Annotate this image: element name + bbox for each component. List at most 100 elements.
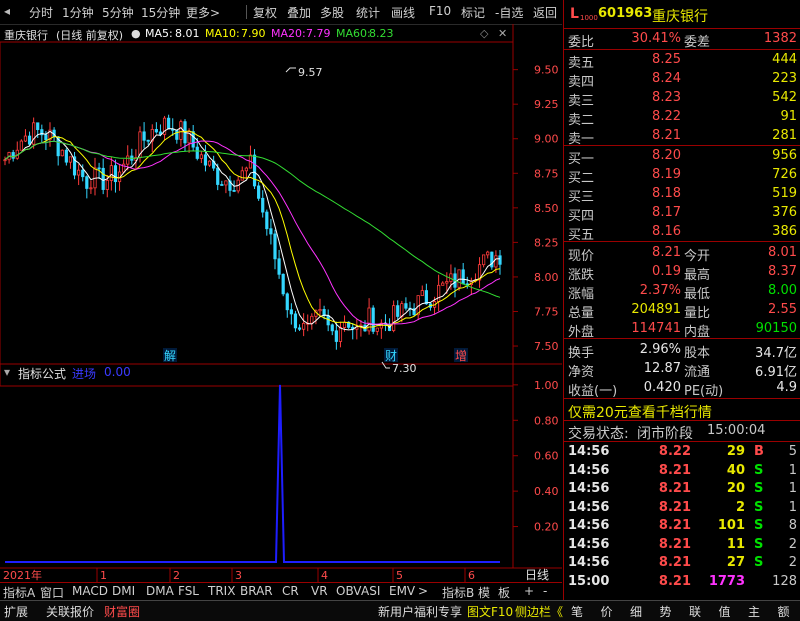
panel-tab[interactable]: 笔 xyxy=(571,603,583,620)
indicator-tab[interactable]: CR xyxy=(282,584,299,598)
toolbar-f10[interactable]: F10 xyxy=(429,4,451,18)
quote-panel: L 1000 601963 重庆银行 委比 30.41% 委差 1382 卖五 8… xyxy=(563,0,800,600)
weicha-value: 1382 xyxy=(763,31,797,46)
status-sidebar[interactable]: 侧边栏《 xyxy=(515,603,563,620)
promo-row[interactable]: 仅需20元查看千档行情 xyxy=(564,401,800,422)
ask-label: 卖四 xyxy=(568,75,595,90)
stat-row[interactable]: 收益(一) 0.420 PE(动) 4.9 xyxy=(564,379,800,399)
indicator-tab[interactable]: 模 xyxy=(478,584,490,601)
indicator-tab[interactable]: 窗口 xyxy=(40,584,64,601)
candle-body xyxy=(494,255,498,268)
candle-body xyxy=(3,159,7,162)
toolbar-watchlist[interactable]: -自选 xyxy=(495,4,523,21)
candle-body xyxy=(36,122,40,131)
status-f10[interactable]: 图文F10 xyxy=(467,603,513,620)
candle-body xyxy=(232,189,236,192)
indicator-menu-icon[interactable]: ▾ xyxy=(4,365,10,379)
ask-row[interactable]: 卖二 8.22 91 xyxy=(564,108,800,128)
tick-row[interactable]: 14:56 8.21 20 S 1 xyxy=(564,480,800,499)
toolbar-15min[interactable]: 15分钟 xyxy=(141,4,180,21)
toolbar-mark[interactable]: 标记 xyxy=(461,4,485,21)
indicator-title[interactable]: 指标公式 xyxy=(18,365,66,382)
menu-arrow-icon[interactable]: ◂ xyxy=(4,4,10,18)
toolbar-draw[interactable]: 画线 xyxy=(391,4,415,21)
toolbar-1min[interactable]: 1分钟 xyxy=(62,4,94,21)
indicator-tab[interactable]: 板 xyxy=(498,584,510,601)
ask-row[interactable]: 卖五 8.25 444 xyxy=(564,51,800,71)
candle-body xyxy=(199,154,203,159)
panel-tab[interactable]: 细 xyxy=(630,603,642,620)
promo-text[interactable]: 仅需20元查看千档行情 xyxy=(568,402,712,422)
indicator-tab[interactable]: ASI xyxy=(361,584,380,598)
bid-row[interactable]: 买四 8.17 376 xyxy=(564,204,800,224)
tick-row[interactable]: 14:56 8.21 11 S 2 xyxy=(564,536,800,555)
stat-label: 最高 xyxy=(684,268,711,283)
ask-row[interactable]: 卖四 8.24 223 xyxy=(564,70,800,90)
tick-row[interactable]: 14:56 8.21 27 S 2 xyxy=(564,554,800,573)
stat-row[interactable]: 现价 8.21 今开 8.01 xyxy=(564,244,800,264)
toolbar-5min[interactable]: 5分钟 xyxy=(102,4,134,21)
stat-row[interactable]: 涨幅 2.37% 最低 8.00 xyxy=(564,282,800,302)
tick-row[interactable]: 14:56 8.21 2 S 1 xyxy=(564,499,800,518)
status-expand[interactable]: 扩展 xyxy=(4,603,28,620)
indicator-tab[interactable]: 指标A xyxy=(3,584,35,601)
bid-label: 买一 xyxy=(568,152,595,167)
candle-body xyxy=(109,165,113,181)
stat-row[interactable]: 涨跌 0.19 最高 8.37 xyxy=(564,263,800,283)
bid-row[interactable]: 买二 8.19 726 xyxy=(564,166,800,186)
indicator-tab[interactable]: TRIX xyxy=(208,584,235,598)
ask-row[interactable]: 卖三 8.23 542 xyxy=(564,89,800,109)
indicator-tab[interactable]: > xyxy=(418,584,428,598)
panel-tab[interactable]: 主 xyxy=(748,603,760,620)
panel-tab[interactable]: 额 xyxy=(778,603,790,620)
indicator-tab[interactable]: OBV xyxy=(336,584,362,598)
toolbar-adjust[interactable]: 复权 xyxy=(253,4,277,21)
indicator-tab[interactable]: DMA xyxy=(146,584,174,598)
panel-tab[interactable]: 值 xyxy=(719,603,731,620)
toolbar-back[interactable]: 返回 xyxy=(533,4,557,21)
toolbar-multi-stock[interactable]: 多股 xyxy=(320,4,344,21)
stat-row[interactable]: 换手 2.96% 股本 34.7亿 xyxy=(564,341,800,361)
toolbar-stats[interactable]: 统计 xyxy=(356,4,380,21)
tick-row[interactable]: 15:00 8.21 1773 128 xyxy=(564,573,800,592)
bid-price: 8.20 xyxy=(652,148,681,163)
indicator-tab[interactable]: EMV xyxy=(389,584,415,598)
status-new-user[interactable]: 新用户福利专享 xyxy=(378,603,462,620)
panel-tab[interactable]: 联 xyxy=(689,603,701,620)
candle-body xyxy=(486,251,490,256)
indicator-tab[interactable]: DMI xyxy=(112,584,135,598)
indicator-line xyxy=(5,384,500,563)
bid-row[interactable]: 买三 8.18 519 xyxy=(564,185,800,205)
kline-chart[interactable]: 9.50 9.25 9.00 8.75 8.50 8.25 8.00 7.75 7.50 9.5… xyxy=(0,24,562,582)
tick-row[interactable]: 14:56 8.21 40 S 1 xyxy=(564,462,800,481)
bid-row[interactable]: 买一 8.20 956 xyxy=(564,147,800,167)
bid-row[interactable]: 买五 8.16 386 xyxy=(564,223,800,243)
indicator-tab[interactable]: 指标B xyxy=(442,584,474,601)
x-axis-month: 6 xyxy=(468,569,475,582)
tick-row[interactable]: 14:56 8.21 101 S 8 xyxy=(564,517,800,536)
stat-row[interactable]: 净资 12.87 流通 6.91亿 xyxy=(564,360,800,380)
indicator-tab[interactable]: - xyxy=(543,584,547,598)
indicator-tick-label: 0.60 xyxy=(534,450,559,463)
candle-body xyxy=(126,155,130,165)
candle-body xyxy=(424,290,428,305)
indicator-tab[interactable]: FSL xyxy=(178,584,199,598)
indicator-tab[interactable]: MACD xyxy=(72,584,108,598)
candle-body xyxy=(113,165,118,183)
toolbar-more[interactable]: 更多> xyxy=(186,4,220,21)
indicator-tab[interactable]: + xyxy=(524,584,534,598)
toolbar-overlay[interactable]: 叠加 xyxy=(287,4,311,21)
panel-tab[interactable]: 势 xyxy=(660,603,672,620)
tick-row[interactable]: 14:56 8.22 29 B 5 xyxy=(564,443,800,462)
candle-body xyxy=(293,313,298,329)
indicator-tab[interactable]: VR xyxy=(311,584,328,598)
status-related-quote[interactable]: 关联报价 xyxy=(46,603,94,620)
panel-tab[interactable]: 价 xyxy=(601,603,613,620)
status-wealth-circle[interactable]: 财富圈 xyxy=(104,603,140,620)
indicator-tab[interactable]: BRAR xyxy=(240,584,273,598)
ask-row[interactable]: 卖一 8.21 281 xyxy=(564,127,800,147)
stat-row[interactable]: 总量 204891 量比 2.55 xyxy=(564,301,800,321)
bid-volume: 726 xyxy=(772,167,797,182)
toolbar-intraday[interactable]: 分时 xyxy=(29,4,53,21)
stat-row[interactable]: 外盘 114741 内盘 90150 xyxy=(564,320,800,340)
